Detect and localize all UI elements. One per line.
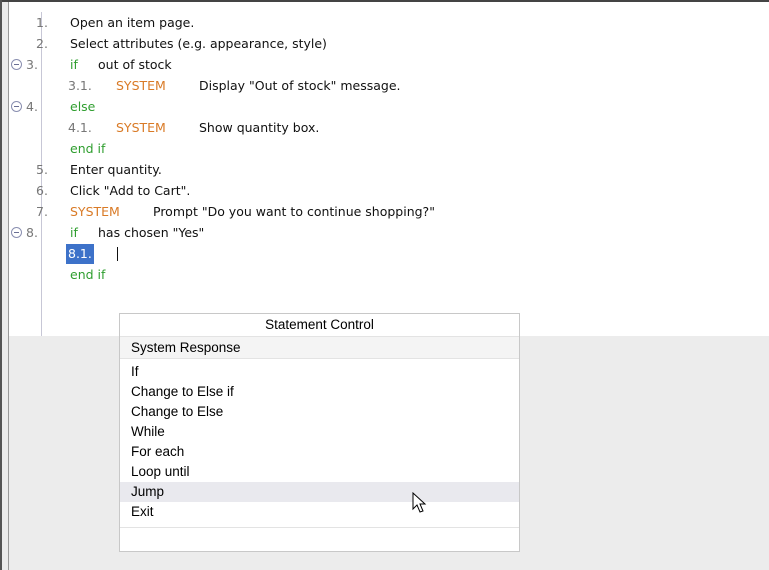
menu-item-loop-until[interactable]: Loop until (120, 462, 519, 482)
else-keyword: else (70, 99, 96, 114)
step-text[interactable]: Click "Add to Cart". (70, 181, 190, 201)
step-number: 5. (36, 162, 48, 177)
menu-item-change-to-else[interactable]: Change to Else (120, 402, 519, 422)
end-if-keyword: end if (70, 267, 106, 282)
step-number: 1. (36, 15, 48, 30)
menu-item-if[interactable]: If (120, 362, 519, 382)
step-number: 7. (36, 204, 48, 219)
end-if-keyword: end if (70, 141, 106, 156)
step-text[interactable]: Enter quantity. (70, 160, 162, 180)
step-text[interactable]: Select attributes (e.g. appearance, styl… (70, 34, 327, 54)
step-text[interactable]: Display "Out of stock" message. (199, 76, 401, 96)
step-number: 3.1. (68, 78, 92, 93)
menu-item-change-to-else-if[interactable]: Change to Else if (120, 382, 519, 402)
step-text[interactable]: Show quantity box. (199, 118, 319, 138)
system-keyword: SYSTEM (70, 204, 120, 219)
menu-item-system-response[interactable]: System Response (120, 337, 519, 359)
mouse-pointer-icon (412, 492, 427, 513)
menu-title: Statement Control (120, 314, 519, 337)
flow-of-events-editor[interactable]: 1. Open an item page. 2. Select attribut… (9, 2, 769, 336)
menu-item-for-each[interactable]: For each (120, 442, 519, 462)
statement-control-menu: Statement Control System Response If Cha… (119, 313, 520, 552)
condition-text[interactable]: has chosen "Yes" (98, 223, 204, 243)
system-keyword: SYSTEM (116, 78, 166, 93)
menu-item-jump[interactable]: Jump (120, 482, 519, 502)
if-keyword: if (70, 57, 78, 72)
step-number: 4.1. (68, 120, 92, 135)
condition-text[interactable]: out of stock (98, 55, 172, 75)
system-keyword: SYSTEM (116, 120, 166, 135)
collapse-toggle-icon[interactable] (11, 59, 22, 70)
step-text[interactable]: Open an item page. (70, 13, 194, 33)
selected-step-number: 8.1. (66, 244, 94, 264)
if-keyword: if (70, 225, 78, 240)
step-number: 3. (26, 57, 38, 72)
step-text[interactable]: Prompt "Do you want to continue shopping… (153, 202, 435, 222)
menu-item-exit[interactable]: Exit (120, 502, 519, 522)
text-caret (117, 247, 118, 261)
step-number: 4. (26, 99, 38, 114)
collapse-toggle-icon[interactable] (11, 227, 22, 238)
collapse-toggle-icon[interactable] (11, 101, 22, 112)
menu-item-while[interactable]: While (120, 422, 519, 442)
window-left-border (0, 0, 2, 570)
step-number: 8. (26, 225, 38, 240)
step-number: 6. (36, 183, 48, 198)
menu-divider (120, 527, 519, 528)
step-number: 2. (36, 36, 48, 51)
